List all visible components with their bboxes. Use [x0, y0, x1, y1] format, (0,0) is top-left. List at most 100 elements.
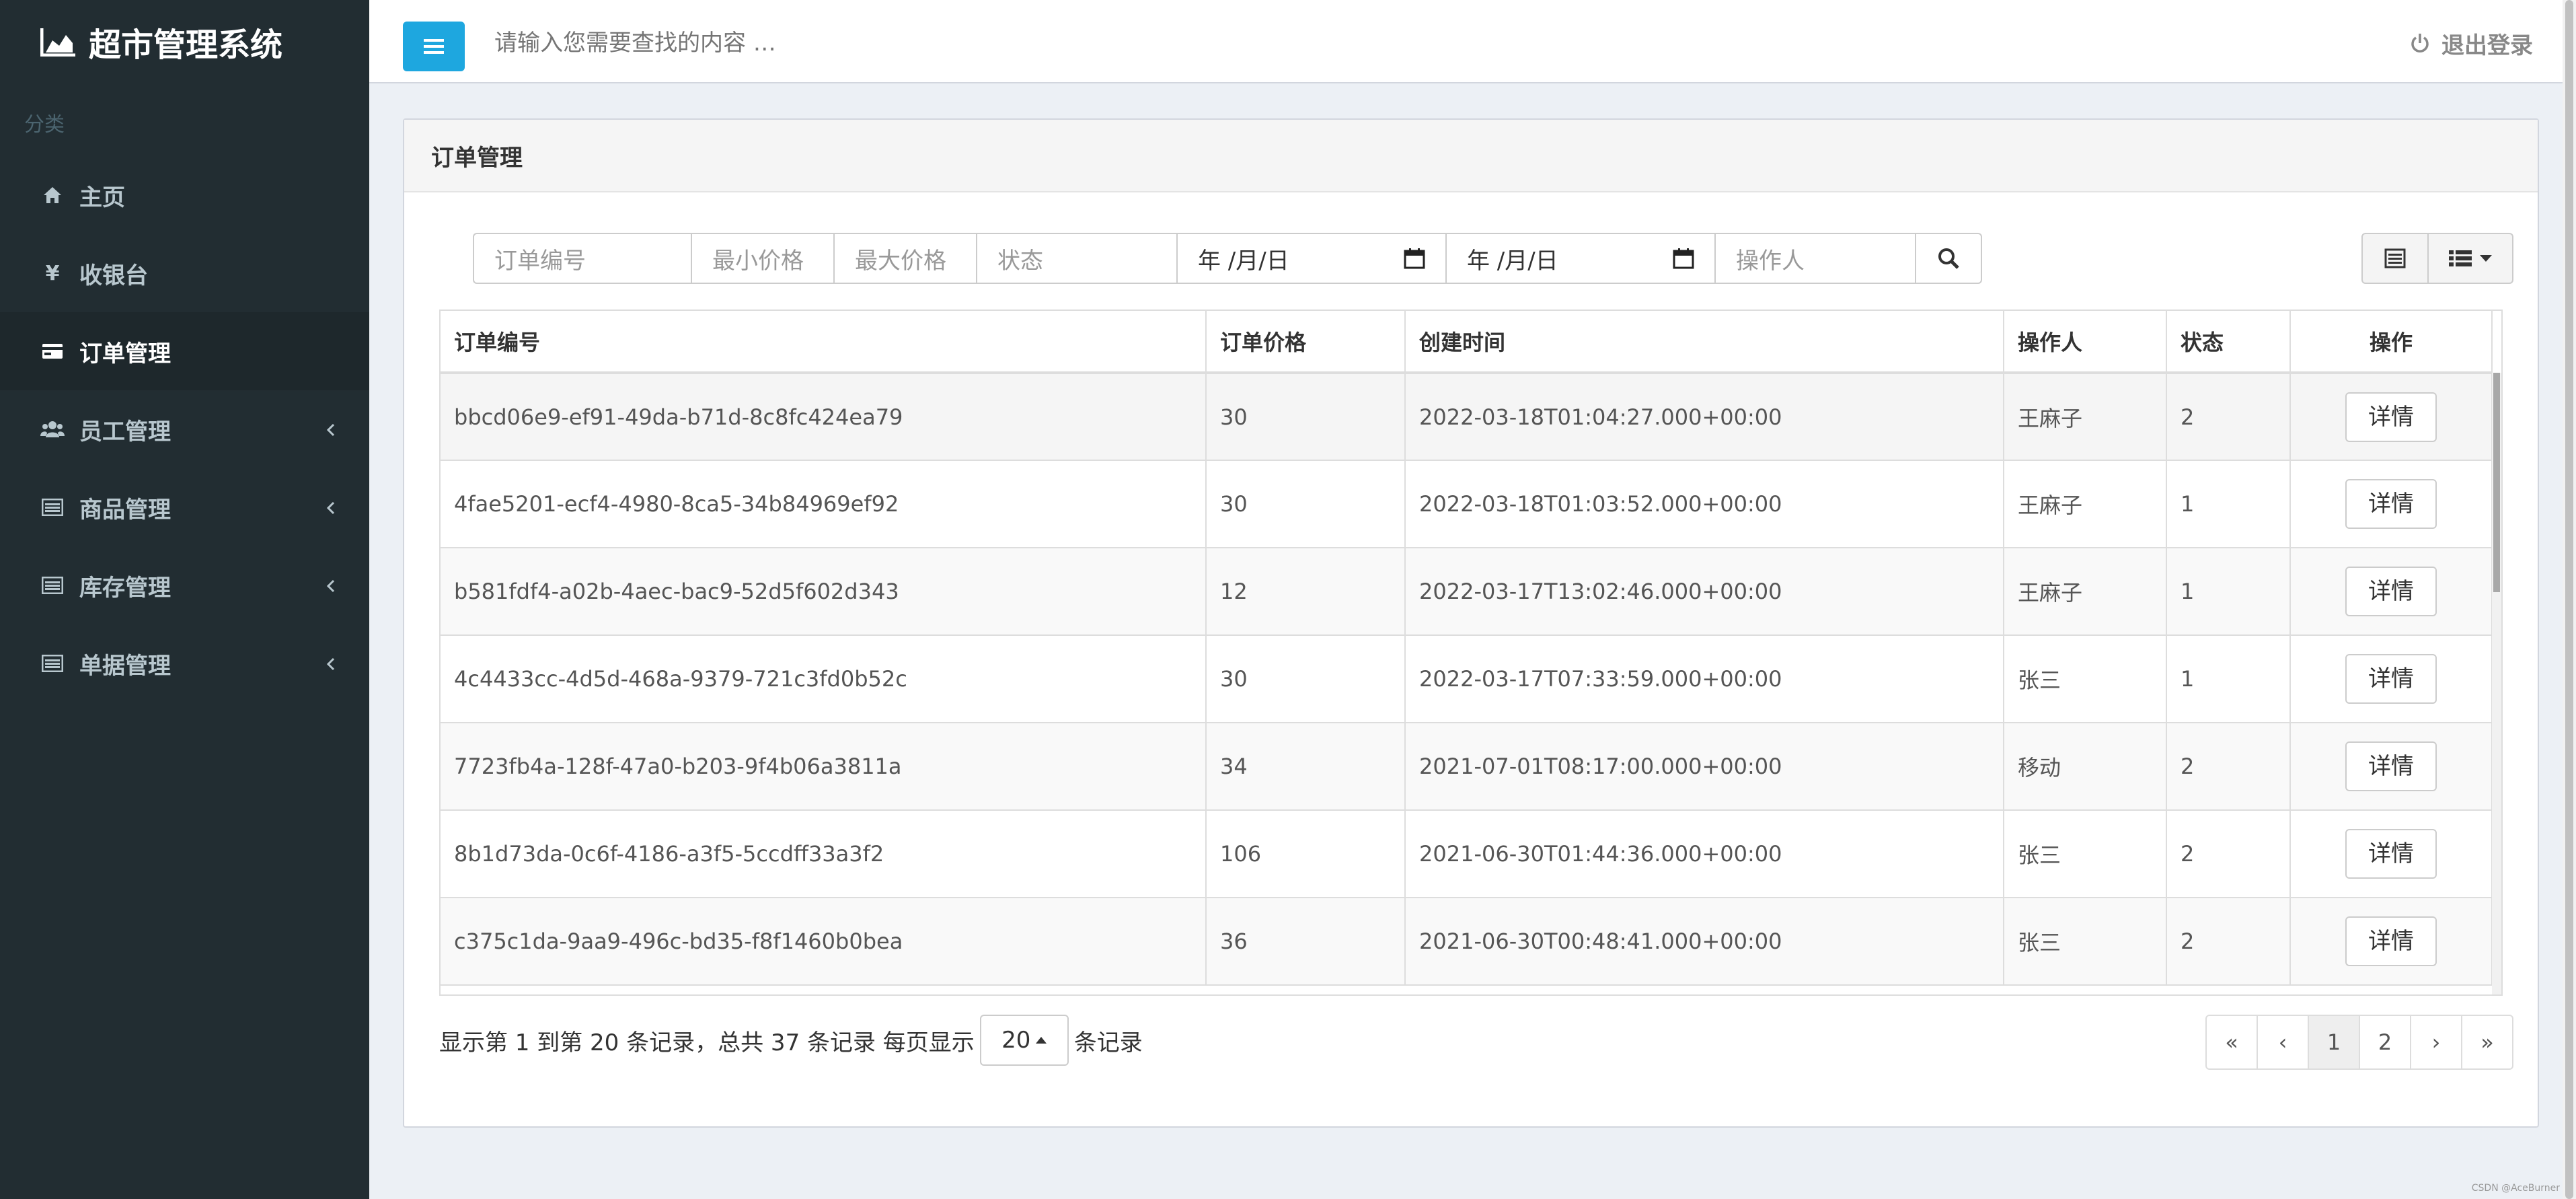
table-row: c375c1da-9aa9-496c-bd35-f8f1460b0bea 36 … — [441, 898, 2493, 986]
list-alt-icon — [40, 651, 65, 676]
cell-price: 106 — [1206, 810, 1406, 898]
start-date-value: 年 /月/日 — [1198, 247, 1289, 275]
page-first-button[interactable]: « — [2205, 1015, 2258, 1070]
pagination: « ‹ 1 2 › » — [2205, 1015, 2513, 1070]
table-tools — [2361, 233, 2513, 284]
sidebar-item-home[interactable]: 主页 — [0, 156, 369, 234]
table-scrollbar[interactable] — [2492, 373, 2501, 994]
cell-created: 2021-06-30T01:44:36.000+00:00 — [1405, 810, 2004, 898]
cell-operator: 张三 — [2004, 635, 2167, 723]
page-1-button[interactable]: 1 — [2308, 1015, 2360, 1070]
cell-price: 34 — [1206, 723, 1406, 811]
page-prev-button[interactable]: ‹ — [2257, 1015, 2309, 1070]
sidebar-item-products[interactable]: 商品管理 — [0, 468, 369, 546]
cell-actions: 详情 — [2290, 723, 2493, 811]
hamburger-icon — [424, 39, 444, 54]
brand[interactable]: 超市管理系统 — [0, 0, 369, 83]
page-size-value: 20 — [1001, 1027, 1031, 1054]
global-search-input[interactable] — [494, 24, 1100, 62]
page-size-dropdown[interactable]: 20 — [979, 1015, 1069, 1066]
pagination-info: 显示第 1 到第 20 条记录，总共 37 条记录 每页显示 20 条记录 — [439, 1015, 1143, 1066]
cell-status: 2 — [2166, 810, 2291, 898]
max-price-input[interactable]: 最大价格 — [833, 233, 977, 284]
sidebar-item-employees[interactable]: 员工管理 — [0, 390, 369, 468]
col-header-actions: 操作 — [2290, 311, 2493, 374]
detail-button[interactable]: 详情 — [2345, 741, 2437, 791]
orders-panel: 订单管理 订单编号 最小价格 最大价格 状态 年 /月/日 年 /月/日 操作人 — [403, 118, 2539, 1128]
top-header: 退出登录 — [369, 0, 2576, 83]
detail-button[interactable]: 详情 — [2345, 392, 2437, 442]
columns-dropdown-button[interactable] — [2427, 233, 2513, 284]
cell-order-no: 4c4433cc-4d5d-468a-9379-721c3fd0b52c — [441, 635, 1207, 723]
cell-actions: 详情 — [2290, 460, 2493, 548]
operator-input[interactable]: 操作人 — [1714, 233, 1916, 284]
th-list-icon — [2449, 250, 2472, 266]
col-header-operator[interactable]: 操作人 — [2004, 311, 2167, 374]
cell-order-no: c375c1da-9aa9-496c-bd35-f8f1460b0bea — [441, 898, 1207, 986]
list-alt-icon — [40, 573, 65, 597]
page-scrollbar[interactable] — [2563, 0, 2576, 1199]
col-header-order-no[interactable]: 订单编号 — [441, 311, 1207, 374]
calendar-icon[interactable] — [1673, 248, 1694, 269]
end-date-input[interactable]: 年 /月/日 — [1445, 233, 1716, 284]
cell-operator: 移动 — [2004, 723, 2167, 811]
cell-created: 2021-06-30T00:48:41.000+00:00 — [1405, 898, 2004, 986]
logout-button[interactable]: 退出登录 — [2409, 24, 2533, 62]
chevron-left-icon — [326, 494, 336, 521]
page-2-button[interactable]: 2 — [2359, 1015, 2411, 1070]
cell-status: 2 — [2166, 373, 2291, 461]
sidebar-toggle-button[interactable] — [403, 22, 465, 71]
list-alt-icon — [2384, 248, 2406, 268]
sidebar-item-label: 主页 — [79, 184, 125, 211]
min-price-input[interactable]: 最小价格 — [691, 233, 835, 284]
page-last-button[interactable]: » — [2461, 1015, 2513, 1070]
calendar-icon[interactable] — [1404, 248, 1425, 269]
detail-button[interactable]: 详情 — [2345, 829, 2437, 879]
detail-button[interactable]: 详情 — [2345, 567, 2437, 616]
col-header-price[interactable]: 订单价格 — [1206, 311, 1406, 374]
cell-status: 1 — [2166, 548, 2291, 636]
cell-created: 2021-07-01T08:17:00.000+00:00 — [1405, 723, 2004, 811]
cell-price: 30 — [1206, 460, 1406, 548]
page-next-button[interactable]: › — [2410, 1015, 2462, 1070]
sidebar-item-label: 单据管理 — [79, 652, 171, 680]
detail-button[interactable]: 详情 — [2345, 916, 2437, 966]
cell-price: 30 — [1206, 635, 1406, 723]
sidebar-item-inventory[interactable]: 库存管理 — [0, 546, 369, 624]
sidebar-item-cashier[interactable]: ¥ 收银台 — [0, 234, 369, 312]
cell-order-no: bbcd06e9-ef91-49da-b71d-8c8fc424ea79 — [441, 373, 1207, 461]
sidebar-item-documents[interactable]: 单据管理 — [0, 624, 369, 702]
status-input[interactable]: 状态 — [976, 233, 1178, 284]
credit-card-icon — [40, 339, 65, 363]
sidebar-item-orders[interactable]: 订单管理 — [0, 312, 369, 390]
detail-button[interactable]: 详情 — [2345, 654, 2437, 704]
cell-operator: 张三 — [2004, 898, 2167, 986]
start-date-input[interactable]: 年 /月/日 — [1176, 233, 1447, 284]
cell-created: 2022-03-18T01:03:52.000+00:00 — [1405, 460, 2004, 548]
chevron-left-icon — [326, 416, 336, 443]
table-header-row: 订单编号 订单价格 创建时间 操作人 状态 操作 — [441, 311, 2493, 374]
cell-order-no: 7723fb4a-128f-47a0-b203-9f4b06a3811a — [441, 723, 1207, 811]
table-row: bbcd06e9-ef91-49da-b71d-8c8fc424ea79 30 … — [441, 373, 2493, 461]
brand-title: 超市管理系统 — [89, 26, 283, 64]
col-header-status[interactable]: 状态 — [2166, 311, 2291, 374]
cell-actions: 详情 — [2290, 810, 2493, 898]
table-row: 4c4433cc-4d5d-468a-9379-721c3fd0b52c 30 … — [441, 635, 2493, 723]
cell-actions: 详情 — [2290, 373, 2493, 461]
cell-order-no: b581fdf4-a02b-4aec-bac9-52d5f602d343 — [441, 548, 1207, 636]
order-no-input[interactable]: 订单编号 — [473, 233, 692, 284]
sidebar-item-label: 员工管理 — [79, 418, 171, 445]
cell-operator: 张三 — [2004, 810, 2167, 898]
detail-button[interactable]: 详情 — [2345, 479, 2437, 529]
pagination-info-prefix: 显示第 1 到第 20 条记录，总共 37 条记录 每页显示 — [439, 1029, 975, 1056]
cell-actions: 详情 — [2290, 635, 2493, 723]
table-scrollbar-thumb[interactable] — [2493, 373, 2500, 592]
page-scrollbar-thumb[interactable] — [2565, 0, 2573, 1199]
filter-search-button[interactable] — [1915, 233, 1982, 284]
col-header-created[interactable]: 创建时间 — [1405, 311, 2004, 374]
table-row: b581fdf4-a02b-4aec-bac9-52d5f602d343 12 … — [441, 548, 2493, 636]
sidebar-item-label: 收银台 — [79, 262, 148, 289]
power-icon — [2411, 34, 2429, 52]
orders-table: 订单编号 订单价格 创建时间 操作人 状态 操作 bbcd06e9-ef91-4… — [439, 310, 2503, 996]
toggle-view-button[interactable] — [2361, 233, 2429, 284]
